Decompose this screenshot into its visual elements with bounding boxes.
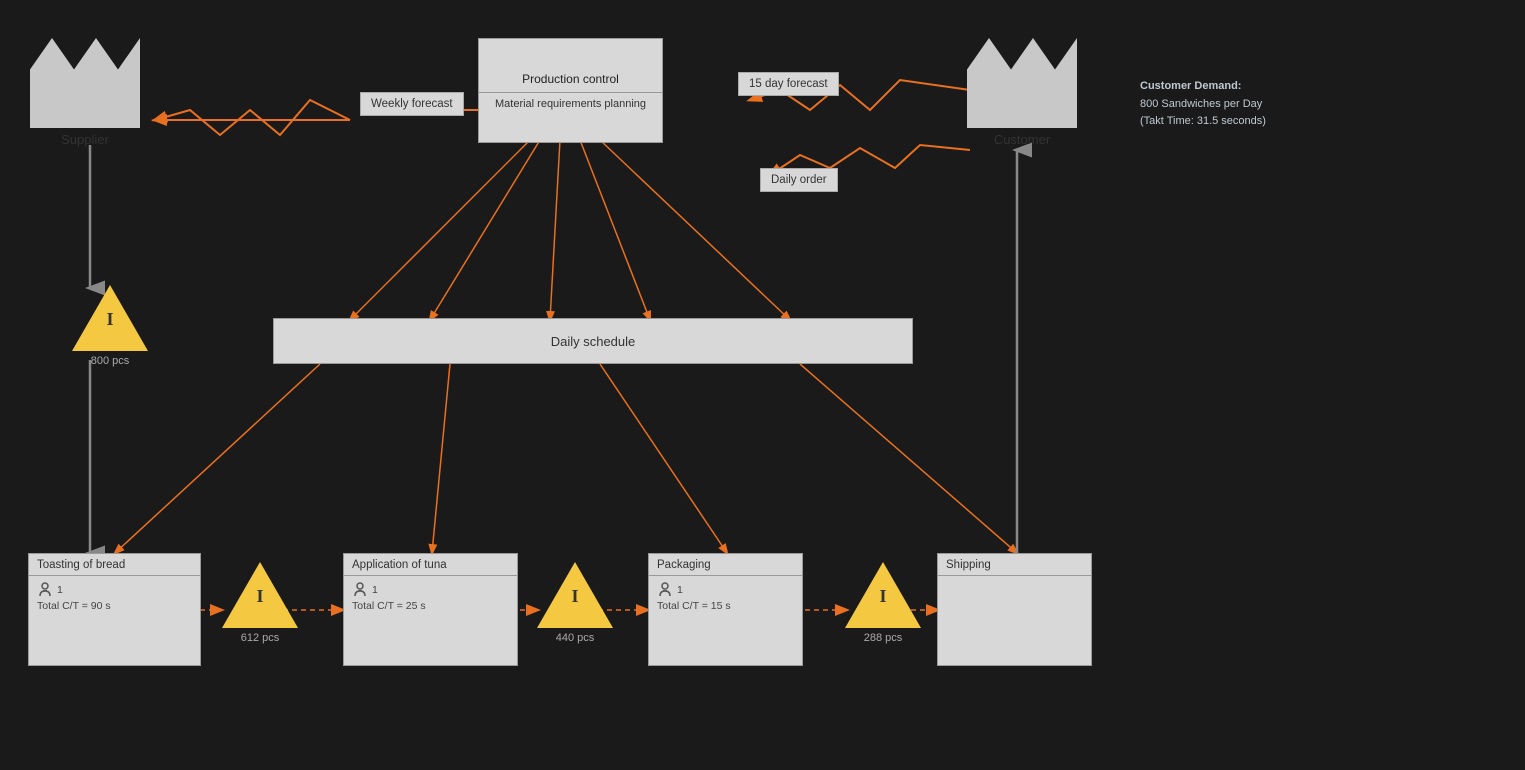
toasting-ct: Total C/T = 90 s	[37, 600, 192, 612]
inventory-3: I 288 pcs	[845, 562, 921, 644]
customer-demand-line1: Customer Demand:	[1140, 80, 1241, 92]
tuna-workers: 1	[352, 582, 509, 598]
packaging-body: 1 Total C/T = 15 s	[649, 576, 802, 618]
inventory-1: I 612 pcs	[222, 562, 298, 644]
supplier-factory: Supplier	[30, 38, 140, 147]
inventory-2: I 440 pcs	[537, 562, 613, 644]
forecast-15day-box: 15 day forecast	[738, 72, 839, 96]
inventory-1-label: 612 pcs	[241, 632, 280, 644]
shipping-body	[938, 576, 1091, 586]
worker-icon-packaging	[657, 582, 673, 598]
weekly-forecast-label: Weekly forecast	[371, 98, 453, 110]
daily-schedule-label: Daily schedule	[551, 334, 636, 349]
tuna-ct: Total C/T = 25 s	[352, 600, 509, 612]
shipping-step: Shipping	[937, 553, 1092, 666]
forecast-15day-label: 15 day forecast	[749, 78, 828, 90]
toasting-step: Toasting of bread 1 Total C/T = 90 s	[28, 553, 201, 666]
customer-factory-shape	[967, 38, 1077, 128]
toasting-workers: 1	[37, 582, 192, 598]
customer-demand-line2: 800 Sandwiches per Day	[1140, 98, 1262, 110]
packaging-step: Packaging 1 Total C/T = 15 s	[648, 553, 803, 666]
packaging-ct: Total C/T = 15 s	[657, 600, 794, 612]
customer-demand-line3: (Takt Time: 31.5 seconds)	[1140, 115, 1266, 127]
inventory-3-label: 288 pcs	[864, 632, 903, 644]
daily-schedule-box: Daily schedule	[273, 318, 913, 364]
production-control-title: Production control	[514, 66, 627, 92]
tuna-body: 1 Total C/T = 25 s	[344, 576, 517, 618]
customer-demand: Customer Demand: 800 Sandwiches per Day …	[1140, 78, 1266, 131]
shipping-title: Shipping	[938, 554, 1091, 576]
daily-order-label: Daily order	[771, 174, 827, 186]
toasting-body: 1 Total C/T = 90 s	[29, 576, 200, 618]
worker-icon-tuna	[352, 582, 368, 598]
customer-factory: Customer	[967, 38, 1077, 147]
daily-order-box: Daily order	[760, 168, 838, 192]
inventory-supplier: I 800 pcs	[72, 285, 148, 367]
supplier-factory-shape	[30, 38, 140, 128]
inventory-supplier-label: 800 pcs	[91, 355, 130, 367]
supplier-label: Supplier	[61, 132, 109, 147]
customer-label: Customer	[994, 132, 1050, 147]
worker-icon-toasting	[37, 582, 53, 598]
toasting-title: Toasting of bread	[29, 554, 200, 576]
inventory-2-label: 440 pcs	[556, 632, 595, 644]
production-control-sub: Material requirements planning	[489, 93, 652, 115]
tuna-title: Application of tuna	[344, 554, 517, 576]
tuna-step: Application of tuna 1 Total C/T = 25 s	[343, 553, 518, 666]
packaging-workers: 1	[657, 582, 794, 598]
packaging-title: Packaging	[649, 554, 802, 576]
production-control-box: Production control Material requirements…	[478, 38, 663, 143]
weekly-forecast-box: Weekly forecast	[360, 92, 464, 116]
